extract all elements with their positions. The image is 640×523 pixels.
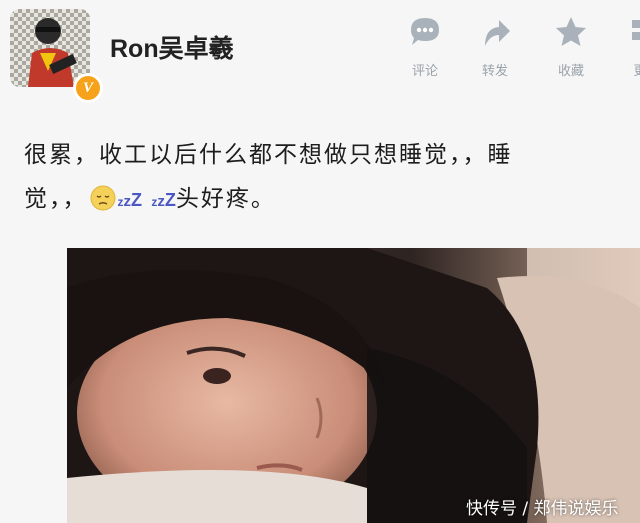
repost-button[interactable]: 转发 bbox=[465, 14, 525, 80]
selfie-image bbox=[67, 248, 640, 523]
pensive-face-icon bbox=[90, 185, 115, 211]
verified-badge-icon: V bbox=[73, 73, 103, 103]
post-text-line-1: 很累，收工以后什么都不想做只想睡觉，，睡 bbox=[24, 142, 513, 168]
favorite-button[interactable]: 收藏 bbox=[541, 14, 601, 80]
comment-icon bbox=[411, 18, 439, 45]
post-text: 很累，收工以后什么都不想做只想睡觉，，睡 觉，， zzZ zzZ头好疼。 bbox=[24, 134, 634, 224]
star-icon bbox=[556, 17, 586, 46]
comment-button[interactable]: 评论 bbox=[395, 14, 455, 80]
watermark: 快传号 / 郑伟说娱乐 bbox=[466, 499, 619, 519]
weibo-post: V Ron吴卓羲 评论 转发 收藏 更 很累，收工以后什么都不想做只想睡觉，，睡… bbox=[0, 0, 640, 523]
more-icon bbox=[632, 20, 640, 40]
username[interactable]: Ron吴卓羲 bbox=[110, 29, 234, 65]
comment-label: 评论 bbox=[411, 64, 438, 79]
post-text-fragment: 头好疼。 bbox=[175, 186, 276, 212]
more-button[interactable]: 更 bbox=[620, 14, 640, 80]
post-photo[interactable] bbox=[67, 248, 640, 523]
post-text-line-2: 觉，， zzZ zzZ头好疼。 bbox=[24, 177, 634, 224]
repost-label: 转发 bbox=[481, 64, 508, 79]
sleeping-zz-icon: zzZ bbox=[117, 190, 143, 210]
sleeping-zz-icon: zzZ bbox=[151, 190, 176, 210]
post-text-fragment: 觉，， bbox=[24, 186, 88, 212]
action-bar: 评论 转发 收藏 更 bbox=[395, 14, 640, 84]
repost-icon bbox=[485, 20, 510, 46]
more-label: 更 bbox=[633, 64, 640, 79]
favorite-label: 收藏 bbox=[557, 64, 584, 79]
